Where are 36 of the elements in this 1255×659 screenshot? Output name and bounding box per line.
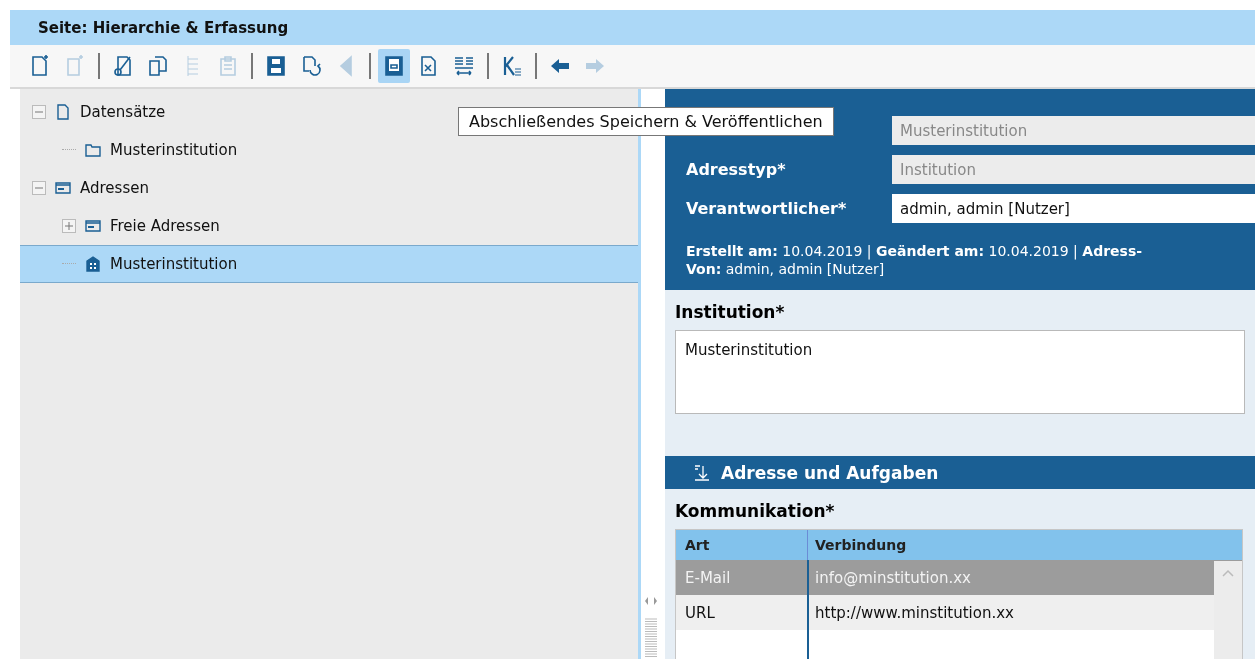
card-icon xyxy=(54,179,72,197)
minus-icon xyxy=(35,108,43,116)
page-title: Seite: Hierarchie & Erfassung xyxy=(10,10,1255,45)
section-label: Kommunikation* xyxy=(675,501,836,521)
plus-icon xyxy=(65,222,73,230)
text-area[interactable]: Musterinstitution xyxy=(675,330,1245,414)
expand-toggle[interactable] xyxy=(62,219,76,233)
field-label: Adresstyp* xyxy=(686,160,787,179)
save-icon xyxy=(264,54,288,78)
minus-icon xyxy=(35,184,43,192)
tree-item[interactable]: Adressen xyxy=(80,179,149,197)
text-field[interactable]: admin, admin [Nutzer] xyxy=(892,194,1255,223)
tree-item[interactable]: Datensätze xyxy=(80,103,166,121)
folder-icon xyxy=(84,141,102,159)
column-header[interactable]: Art xyxy=(676,537,807,553)
document-icon xyxy=(54,103,72,121)
section-label: Institution* xyxy=(675,302,786,322)
section-header[interactable]: Adresse und Aufgaben xyxy=(665,456,1255,489)
table-cell-text: E-Mail xyxy=(684,567,732,589)
copy-icon xyxy=(146,54,170,78)
card-icon xyxy=(84,217,102,235)
meta-info: Erstellt am: 10.04.2019 | Geändert am: 10.04.2019 | Adress- xyxy=(686,242,1144,260)
collapse-toggle[interactable] xyxy=(32,105,46,119)
table-cell-text: URL xyxy=(684,602,716,624)
save-publish-button[interactable] xyxy=(378,49,410,83)
tree-item[interactable]: Musterinstitution xyxy=(110,255,238,273)
tree-item[interactable]: Musterinstitution xyxy=(110,141,238,159)
collapse-toggle[interactable] xyxy=(32,181,46,195)
columns-arrow-icon xyxy=(452,54,476,78)
tree-item[interactable]: Freie Adressen xyxy=(110,217,220,235)
collapse-icon xyxy=(693,463,711,482)
tooltip: Abschließendes Speichern & Veröffentlichen xyxy=(458,107,834,136)
building-icon xyxy=(84,255,102,273)
save-icon xyxy=(382,54,406,78)
field-label: Verantwortlicher* xyxy=(686,199,848,218)
meta-info: Von: admin, admin [Nutzer] xyxy=(686,260,886,278)
